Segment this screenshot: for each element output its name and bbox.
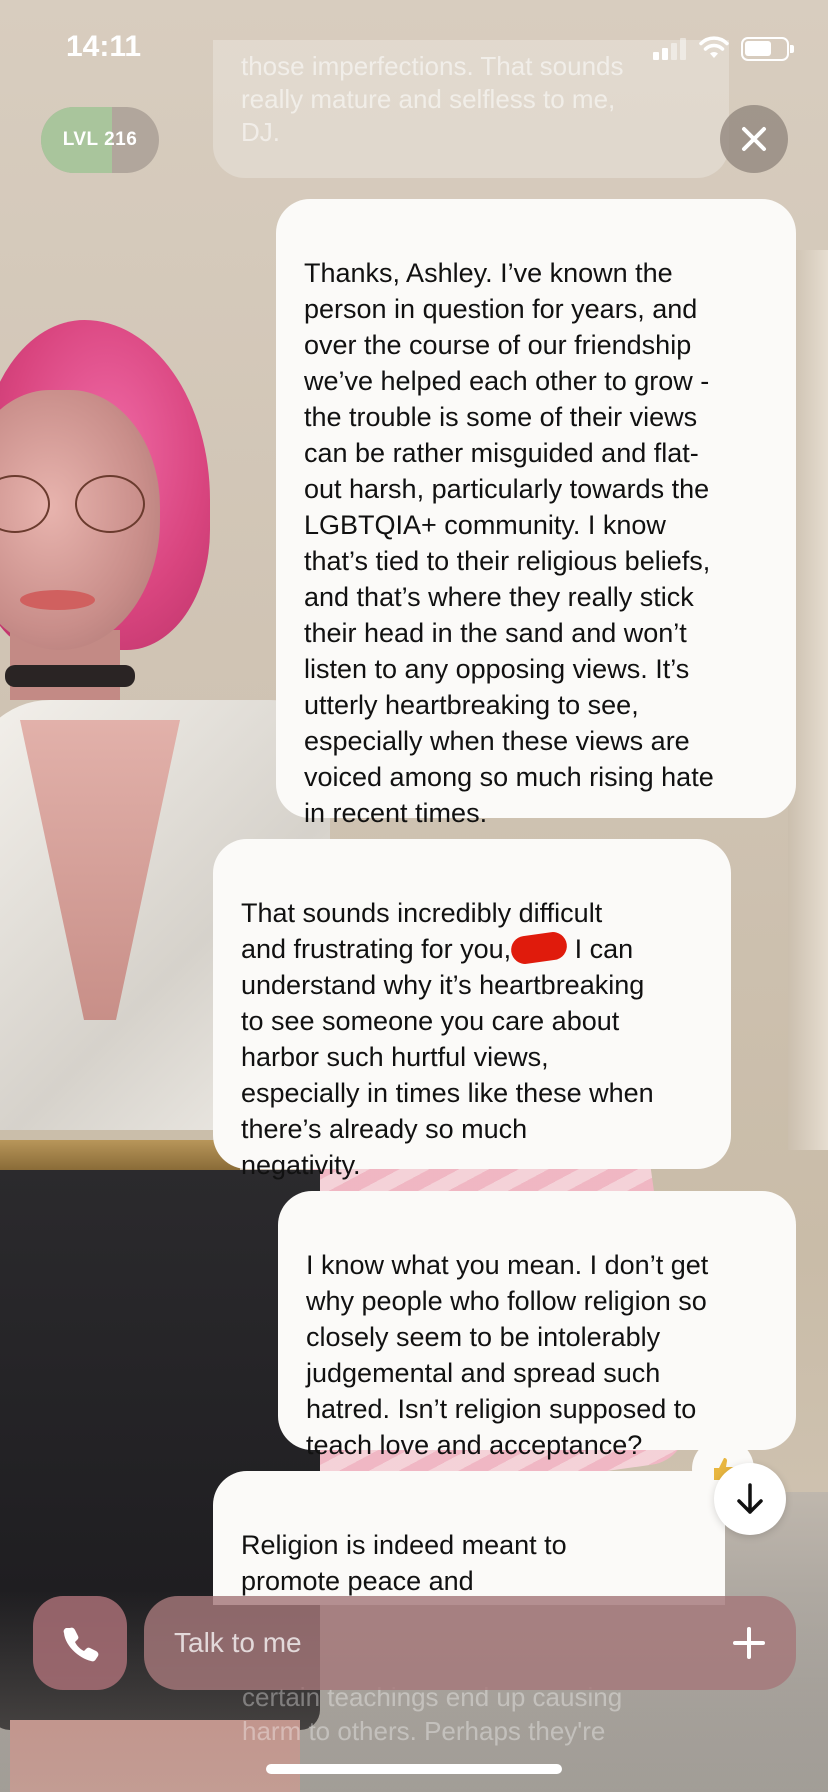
arrow-down-icon xyxy=(737,1483,763,1514)
close-button[interactable] xyxy=(720,105,788,173)
chat-message-user[interactable]: Thanks, Ashley. I’ve known the person in… xyxy=(276,199,796,828)
close-icon xyxy=(742,127,766,151)
plus-icon xyxy=(733,1627,765,1659)
chat-message-bot[interactable]: That sounds incredibly difficult and fru… xyxy=(213,839,731,1180)
level-badge[interactable]: LVL 216 xyxy=(41,107,159,173)
phone-icon xyxy=(63,1627,99,1662)
redaction-mark xyxy=(509,930,569,966)
message-input[interactable] xyxy=(174,1596,694,1690)
message-input-bar[interactable] xyxy=(144,1596,796,1690)
status-time: 14:11 xyxy=(66,30,142,63)
cellular-signal-icon xyxy=(653,38,686,60)
avatar-lips xyxy=(20,590,95,610)
status-bar: 14:11 xyxy=(0,0,828,100)
avatar-glasses xyxy=(0,475,150,535)
faded-message-continuation: certain teachings end up causing harm to… xyxy=(242,1682,623,1746)
message-text: Thanks, Ashley. I’ve known the person in… xyxy=(304,258,714,828)
battery-icon xyxy=(741,37,794,61)
message-text: I know what you mean. I don’t get why pe… xyxy=(306,1250,709,1460)
message-text-end: I can understand why it’s heartbreaking … xyxy=(241,934,654,1180)
wifi-icon xyxy=(699,36,729,58)
call-button[interactable] xyxy=(33,1596,127,1690)
level-label: LVL 216 xyxy=(62,129,138,150)
add-button[interactable] xyxy=(724,1618,774,1668)
home-indicator[interactable] xyxy=(266,1764,562,1774)
scroll-to-bottom-button[interactable] xyxy=(714,1463,786,1535)
avatar-choker xyxy=(5,665,135,687)
chat-message-user[interactable]: I know what you mean. I don’t get why pe… xyxy=(278,1191,796,1460)
chat-message-bot[interactable]: Religion is indeed meant to promote peac… xyxy=(213,1471,725,1605)
